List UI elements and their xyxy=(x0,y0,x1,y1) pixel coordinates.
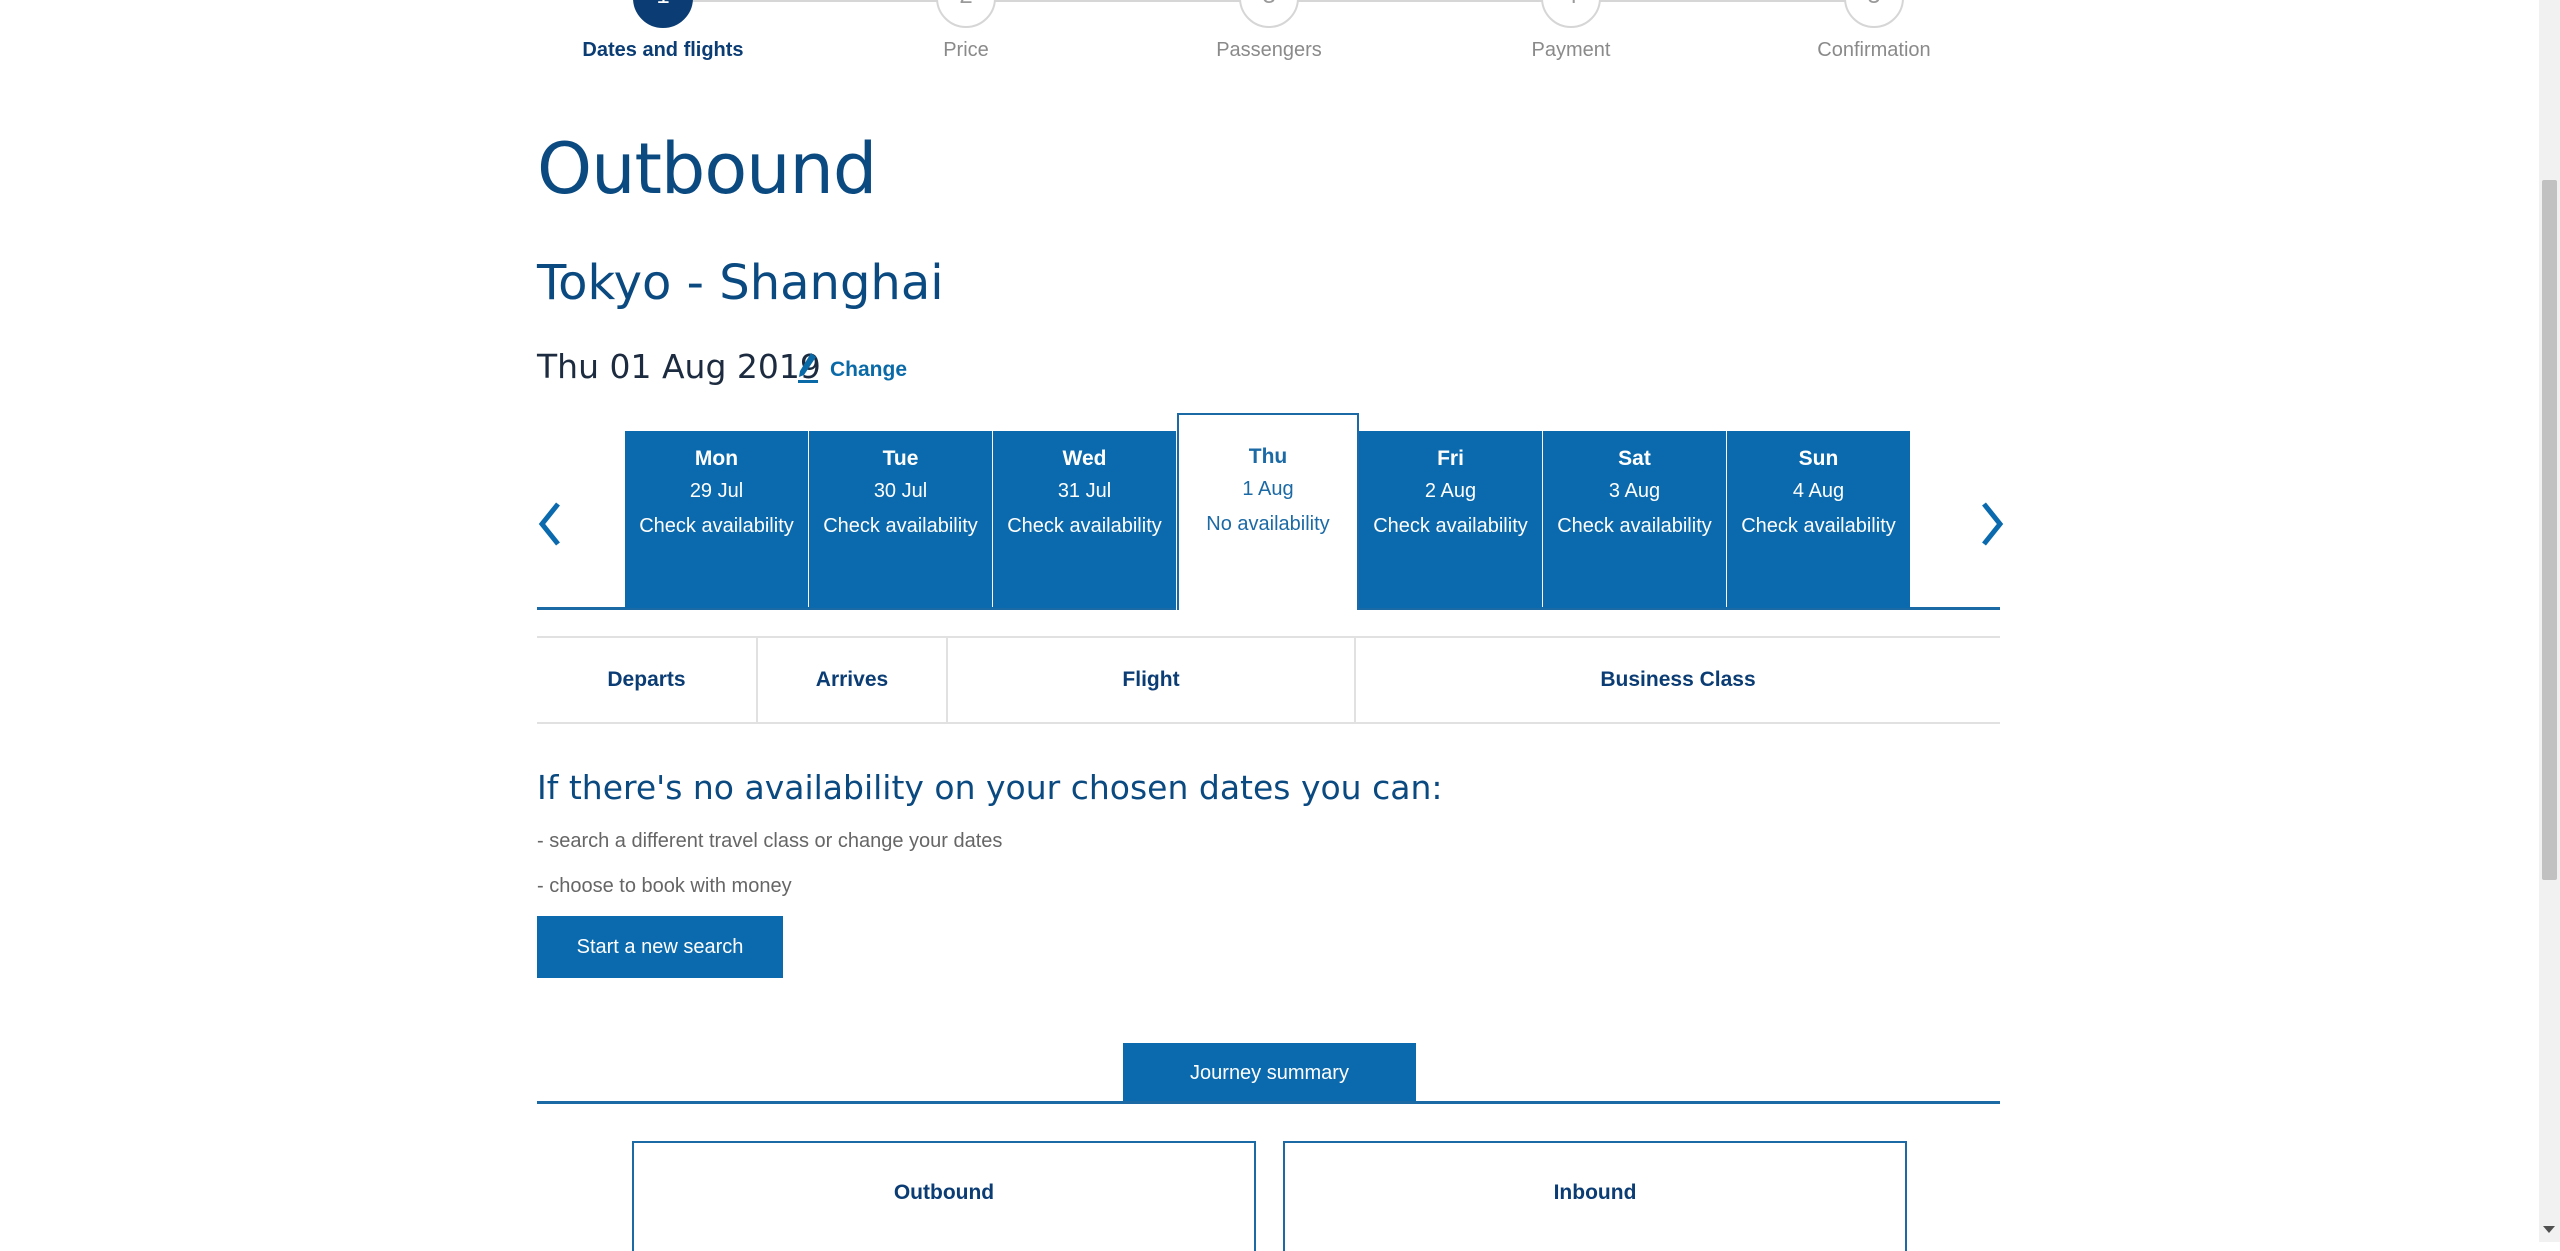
day-status: Check availability xyxy=(639,515,794,537)
column-departs[interactable]: Departs xyxy=(537,638,756,722)
pencil-icon xyxy=(796,350,820,390)
summary-outbound-panel: Outbound xyxy=(632,1141,1256,1251)
step-5-label: Confirmation xyxy=(1817,39,1931,61)
journey-summary-divider xyxy=(537,1101,2000,1104)
day-card-mon[interactable]: Mon 29 Jul Check availability xyxy=(625,431,808,608)
day-name: Sun xyxy=(1798,447,1839,470)
summary-outbound-title: Outbound xyxy=(893,1181,995,1204)
day-name: Thu xyxy=(1248,445,1288,468)
step-2-circle: 2 xyxy=(936,0,996,28)
column-arrives[interactable]: Arrives xyxy=(758,638,946,722)
day-date: 3 Aug xyxy=(1608,480,1661,502)
day-card-sat[interactable]: Sat 3 Aug Check availability xyxy=(1543,431,1726,608)
page-title: Outbound xyxy=(537,128,877,210)
change-date-link[interactable]: Change xyxy=(796,350,907,390)
journey-summary-button[interactable]: Journey summary xyxy=(1123,1043,1416,1103)
selected-date: Thu 01 Aug 2019 xyxy=(537,347,821,386)
day-status: Check availability xyxy=(1007,515,1162,537)
day-name: Mon xyxy=(694,447,739,470)
scrollbar-thumb[interactable] xyxy=(2542,180,2557,880)
day-name: Wed xyxy=(1062,447,1107,470)
day-date: 2 Aug xyxy=(1424,480,1477,502)
summary-inbound-panel: Inbound xyxy=(1283,1141,1907,1251)
column-business-class[interactable]: Business Class xyxy=(1356,638,2000,722)
day-card-fri[interactable]: Fri 2 Aug Check availability xyxy=(1359,431,1542,608)
step-1-label: Dates and flights xyxy=(582,39,744,61)
day-status: Check availability xyxy=(1557,515,1712,537)
start-new-search-button[interactable]: Start a new search xyxy=(537,916,783,978)
route-title: Tokyo - Shanghai xyxy=(537,255,944,311)
step-4-circle: 4 xyxy=(1541,0,1601,28)
day-name: Fri xyxy=(1437,447,1464,470)
day-card-wed[interactable]: Wed 31 Jul Check availability xyxy=(993,431,1176,608)
step-5-circle: 5 xyxy=(1844,0,1904,28)
no-availability-heading: If there's no availability on your chose… xyxy=(537,768,1443,807)
step-3-label: Passengers xyxy=(1216,39,1322,61)
day-date: 31 Jul xyxy=(1057,480,1112,502)
day-card-tue[interactable]: Tue 30 Jul Check availability xyxy=(809,431,992,608)
column-flight[interactable]: Flight xyxy=(948,638,1354,722)
summary-inbound-title: Inbound xyxy=(1553,1181,1637,1204)
day-date: 1 Aug xyxy=(1242,478,1294,500)
day-status: Check availability xyxy=(1741,515,1896,537)
scroll-down-arrow-icon[interactable] xyxy=(2543,1226,2555,1233)
day-status: Check availability xyxy=(1373,515,1528,537)
change-label: Change xyxy=(830,358,908,381)
day-status: Check availability xyxy=(823,515,978,537)
step-2-label: Price xyxy=(943,39,989,61)
step-3-circle: 3 xyxy=(1239,0,1299,28)
day-date: 30 Jul xyxy=(873,480,928,502)
day-status: No availability xyxy=(1206,513,1330,535)
flights-table-header: Departs Arrives Flight Business Class xyxy=(537,636,2000,724)
no-availability-option: - choose to book with money xyxy=(537,875,792,897)
day-date: 4 Aug xyxy=(1792,480,1845,502)
chevron-left-icon[interactable] xyxy=(530,496,570,552)
step-1-circle: 1 xyxy=(633,0,693,28)
chevron-right-icon[interactable] xyxy=(1972,496,2012,552)
no-availability-option: - search a different travel class or cha… xyxy=(537,830,1003,852)
day-name: Tue xyxy=(882,447,919,470)
day-card-thu-selected[interactable]: Thu 1 Aug No availability xyxy=(1177,413,1359,610)
day-date: 29 Jul xyxy=(689,480,744,502)
day-card-sun[interactable]: Sun 4 Aug Check availability xyxy=(1727,431,1910,608)
day-name: Sat xyxy=(1618,447,1651,470)
step-4-label: Payment xyxy=(1531,39,1611,61)
